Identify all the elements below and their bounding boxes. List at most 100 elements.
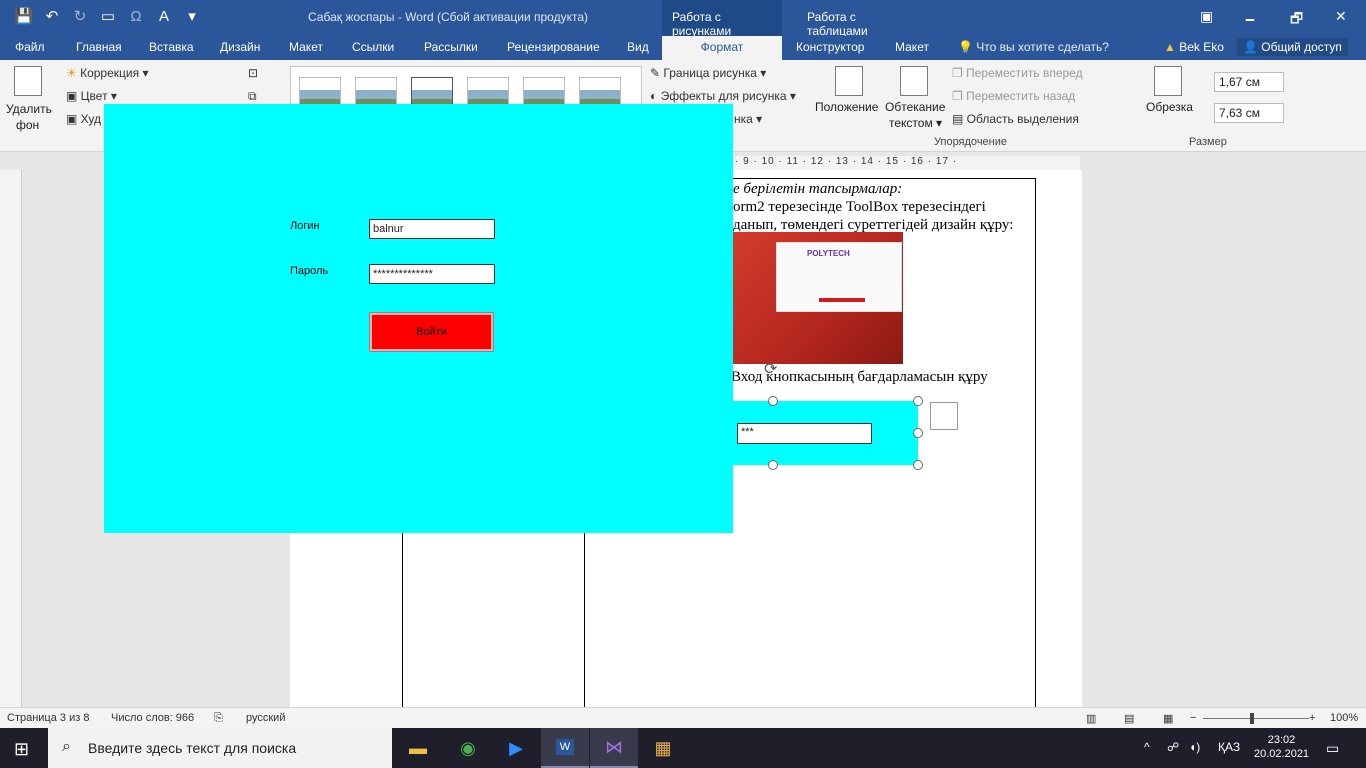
- keyboard-language[interactable]: ҚАЗ: [1218, 740, 1240, 754]
- wrap-text-label[interactable]: Обтекание: [885, 100, 945, 114]
- remove-background-icon[interactable]: [14, 66, 42, 96]
- picture-input-field: ***: [737, 423, 872, 444]
- send-backward-icon: ❐: [952, 89, 967, 103]
- zoom-out-icon[interactable]: −: [1190, 712, 1196, 724]
- send-backward-button[interactable]: ❐ Переместить назад: [952, 89, 1075, 103]
- print-layout-icon[interactable]: ▤: [1124, 712, 1134, 725]
- tab-layout[interactable]: Макет: [289, 40, 323, 54]
- tab-references[interactable]: Ссылки: [352, 40, 394, 54]
- table-border: [1035, 178, 1036, 707]
- login-label: Логин: [290, 220, 320, 232]
- undo-icon[interactable]: ↶: [42, 6, 62, 26]
- shape-height-input[interactable]: 1,67 см: [1214, 72, 1284, 92]
- border-icon: ✎: [650, 66, 664, 80]
- clock[interactable]: 23:02 20.02.2021: [1254, 733, 1309, 761]
- position-icon[interactable]: [835, 66, 863, 96]
- login-input[interactable]: balnur: [369, 219, 495, 239]
- web-layout-icon[interactable]: ▦: [1163, 712, 1173, 725]
- context-tab-table-tools: Работа с таблицами: [807, 10, 868, 38]
- resize-handle[interactable]: [913, 460, 923, 470]
- doc-line: Вход кнопкасының бағдарламасын құру: [731, 369, 988, 385]
- password-input[interactable]: **************: [369, 264, 495, 284]
- omega-icon[interactable]: Ω: [126, 6, 146, 26]
- visual-studio-icon[interactable]: ⋈: [590, 728, 638, 768]
- image-button: [819, 298, 865, 302]
- word-count[interactable]: Число слов: 966: [111, 712, 194, 724]
- font-color-icon[interactable]: A: [154, 6, 174, 26]
- file-explorer-icon[interactable]: ▬: [394, 728, 442, 768]
- resize-handle[interactable]: [913, 396, 923, 406]
- tray-chevron-icon[interactable]: ^: [1144, 740, 1150, 754]
- doc-line: е берілетін тапсырмалар:: [733, 181, 903, 197]
- login-button[interactable]: Войти: [369, 312, 494, 352]
- bring-forward-button[interactable]: ❐ Переместить вперед: [952, 66, 1083, 80]
- close-button[interactable]: ✕: [1335, 8, 1347, 25]
- tab-home[interactable]: Главная: [76, 40, 122, 54]
- tab-file[interactable]: Файл: [15, 40, 45, 54]
- table-icon[interactable]: ▭: [98, 6, 118, 26]
- correction-button[interactable]: ☀ Коррекция ▾: [66, 66, 148, 80]
- remove-background-label[interactable]: Удалить: [6, 102, 52, 116]
- ribbon-display-icon[interactable]: ▣: [1200, 8, 1213, 25]
- crop-label[interactable]: Обрезка: [1146, 100, 1193, 114]
- read-mode-icon[interactable]: ▥: [1086, 712, 1096, 725]
- shape-width-input[interactable]: 7,63 см: [1214, 103, 1284, 123]
- customize-qat-icon[interactable]: ▾: [182, 6, 202, 26]
- tab-view[interactable]: Вид: [627, 40, 649, 54]
- layout-options-icon[interactable]: [930, 402, 958, 430]
- word-app-icon[interactable]: W: [541, 728, 589, 768]
- vertical-ruler[interactable]: [0, 170, 22, 707]
- color-label: Цвет ▾: [80, 89, 117, 103]
- language-indicator[interactable]: русский: [246, 712, 285, 724]
- color-button[interactable]: ▣ Цвет ▾: [66, 89, 117, 103]
- tab-review[interactable]: Рецензирование: [507, 40, 600, 54]
- chrome-icon[interactable]: ◉: [444, 728, 492, 768]
- remove-background-label-2: фон: [16, 118, 40, 132]
- tell-me-box[interactable]: 💡 Что вы хотите сделать?: [958, 40, 1109, 54]
- artistic-label: Худ: [80, 112, 102, 126]
- position-label[interactable]: Положение: [815, 100, 878, 114]
- minimize-button[interactable]: 🗕: [1245, 8, 1255, 32]
- selection-pane-button[interactable]: ▤ Область выделения: [952, 112, 1079, 126]
- wrap-text-icon[interactable]: [900, 66, 928, 96]
- running-app-icon[interactable]: ▦: [639, 728, 687, 768]
- zoom-slider[interactable]: [1203, 718, 1309, 719]
- crop-icon[interactable]: [1154, 66, 1182, 96]
- page-count[interactable]: Страница 3 из 8: [7, 712, 89, 724]
- save-icon[interactable]: 💾: [14, 6, 34, 26]
- share-button[interactable]: 👤 Общий доступ: [1237, 38, 1348, 56]
- resize-handle[interactable]: [768, 396, 778, 406]
- restore-button[interactable]: 🗗: [1290, 8, 1303, 32]
- zoom-slider-thumb[interactable]: [1250, 713, 1254, 724]
- picture-layout-button[interactable]: нка ▾: [734, 112, 762, 126]
- resize-handle[interactable]: [768, 460, 778, 470]
- windows-start-icon[interactable]: ⊞: [14, 739, 29, 760]
- tab-insert[interactable]: Вставка: [149, 40, 194, 54]
- zoom-app-icon[interactable]: ▶: [492, 728, 540, 768]
- resize-handle[interactable]: [913, 428, 923, 438]
- picture-border-button[interactable]: ✎ Граница рисунка ▾: [650, 66, 766, 80]
- proofing-icon[interactable]: ⎘: [214, 712, 223, 725]
- artistic-effects-button[interactable]: ▣ Худ: [66, 112, 101, 126]
- table-border: [733, 178, 1035, 179]
- compress-icon[interactable]: ⊡: [248, 66, 258, 80]
- taskbar-search[interactable]: ⌕ Введите здесь текст для поиска: [48, 728, 392, 768]
- tab-mailings[interactable]: Рассылки: [424, 40, 478, 54]
- change-picture-icon[interactable]: ⧉: [248, 89, 257, 104]
- zoom-level[interactable]: 100%: [1330, 712, 1358, 724]
- tab-table-design[interactable]: Конструктор: [796, 40, 864, 54]
- picture-effects-button[interactable]: ◐ Эффекты для рисунка ▾: [650, 89, 796, 103]
- tab-design[interactable]: Дизайн: [220, 40, 260, 54]
- notifications-icon[interactable]: ▭: [1326, 740, 1339, 757]
- tab-table-layout[interactable]: Макет: [895, 40, 929, 54]
- volume-icon[interactable]: ◖): [1189, 740, 1200, 754]
- user-account[interactable]: ▲ Bek Eko: [1164, 40, 1224, 54]
- tab-format[interactable]: Формат: [662, 36, 782, 60]
- search-placeholder: Введите здесь текст для поиска: [88, 740, 297, 756]
- redo-icon[interactable]: ↻: [70, 6, 90, 26]
- network-icon[interactable]: ☍: [1167, 740, 1179, 754]
- zoom-in-icon[interactable]: +: [1309, 712, 1315, 724]
- quick-access-toolbar: 💾 ↶ ↻ ▭ Ω A ▾: [14, 6, 202, 26]
- login-form-window: Логин balnur Пароль ************** Войти: [104, 104, 733, 533]
- sun-icon: ☀: [66, 66, 81, 80]
